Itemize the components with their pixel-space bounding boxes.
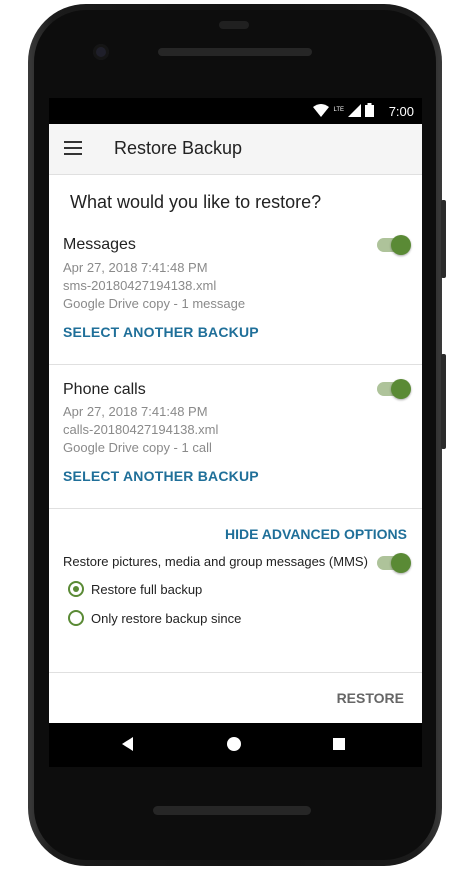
radio-since-backup[interactable]: Only restore backup since [68, 610, 241, 626]
messages-date: Apr 27, 2018 7:41:48 PM [63, 260, 208, 275]
divider [49, 672, 422, 673]
power-button [441, 200, 446, 278]
top-speaker [158, 48, 312, 56]
radio-full-backup[interactable]: Restore full backup [68, 581, 202, 597]
page-title: Restore Backup [114, 138, 243, 158]
calls-title: Phone calls [63, 381, 146, 398]
home-icon[interactable] [227, 737, 241, 751]
mms-label: Restore pictures, media and group messag… [63, 554, 368, 569]
app-screen: LTE 7:00 Restore Backup What would you l… [49, 98, 422, 723]
messages-select-backup-link[interactable]: SELECT ANOTHER BACKUP [63, 324, 259, 340]
calls-select-backup-link[interactable]: SELECT ANOTHER BACKUP [63, 468, 259, 484]
divider [49, 508, 422, 509]
navigation-bar [49, 723, 422, 767]
back-icon[interactable] [122, 737, 133, 751]
mms-toggle[interactable] [377, 553, 411, 573]
volume-button [441, 354, 446, 449]
status-icons: LTE [313, 103, 374, 117]
battery-icon [365, 103, 374, 117]
wifi-icon [313, 103, 330, 117]
divider [49, 364, 422, 365]
calls-date: Apr 27, 2018 7:41:48 PM [63, 404, 208, 419]
radio-label: Restore full backup [91, 581, 203, 597]
status-bar: LTE 7:00 [49, 98, 422, 124]
radio-unchecked-icon [68, 610, 84, 626]
messages-source: Google Drive copy - 1 message [63, 296, 246, 311]
calls-file: calls-20180427194138.xml [63, 422, 219, 437]
calls-source: Google Drive copy - 1 call [63, 440, 212, 455]
signal-icon [348, 103, 361, 117]
lte-label: LTE [333, 107, 344, 113]
messages-title: Messages [63, 236, 136, 253]
radio-label: Only restore backup since [91, 610, 242, 626]
recent-apps-icon[interactable] [333, 738, 345, 750]
calls-toggle[interactable] [377, 379, 411, 399]
bottom-speaker [153, 806, 311, 815]
hide-advanced-options-link[interactable]: HIDE ADVANCED OPTIONS [225, 526, 407, 542]
radio-checked-icon [68, 581, 84, 597]
messages-file: sms-20180427194138.xml [63, 278, 217, 293]
front-camera [93, 44, 109, 60]
restore-question: What would you like to restore? [70, 192, 322, 212]
hamburger-menu-icon[interactable] [64, 141, 82, 155]
messages-toggle[interactable] [377, 235, 411, 255]
status-time: 7:00 [388, 104, 414, 119]
restore-button[interactable]: RESTORE [337, 690, 404, 706]
app-bar: Restore Backup [49, 124, 422, 175]
top-sensor [219, 21, 249, 29]
